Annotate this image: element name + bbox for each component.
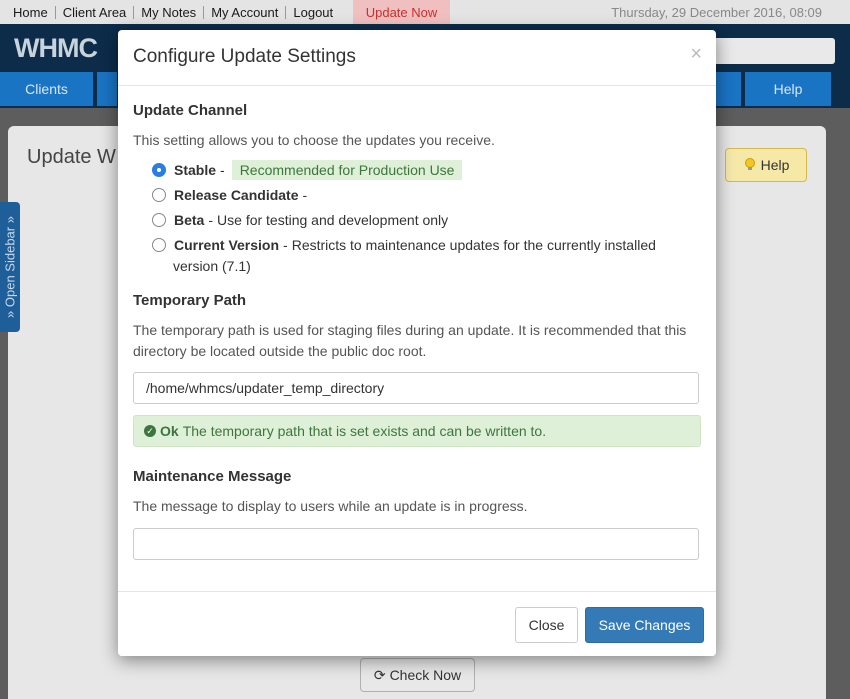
update-now-link[interactable]: Update Now bbox=[353, 0, 450, 24]
close-icon[interactable]: × bbox=[690, 43, 702, 66]
channel-option-stable[interactable]: Stable - Recommended for Production Use bbox=[152, 160, 463, 180]
modal-header: Configure Update Settings × bbox=[118, 30, 716, 86]
nav-help[interactable]: Help bbox=[745, 72, 831, 106]
option-text-line2: version (7.1) bbox=[173, 258, 251, 274]
check-circle-icon: ✓ bbox=[144, 425, 156, 437]
radio-beta[interactable] bbox=[152, 213, 166, 227]
option-text: Restricts to maintenance updates for the… bbox=[291, 237, 656, 253]
open-sidebar-tab[interactable]: » Open Sidebar » bbox=[0, 202, 20, 332]
check-now-label: Check Now bbox=[389, 667, 462, 683]
option-label: Current Version bbox=[174, 237, 280, 253]
nav-item-hidden[interactable] bbox=[97, 72, 117, 106]
maintenance-message-input[interactable] bbox=[133, 528, 699, 560]
option-separator: - bbox=[283, 237, 288, 253]
option-text: Use for testing and development only bbox=[217, 212, 449, 228]
page-title: Update W bbox=[27, 146, 116, 168]
top-links: Home Client Area My Notes My Account Log… bbox=[6, 0, 340, 24]
check-now-button[interactable]: ⟳ Check Now bbox=[360, 658, 475, 692]
status-text: The temporary path that is set exists an… bbox=[182, 423, 547, 439]
temporary-path-heading: Temporary Path bbox=[133, 292, 247, 309]
temporary-path-description: The temporary path is used for staging f… bbox=[133, 322, 687, 359]
home-link[interactable]: Home bbox=[6, 5, 56, 19]
recommended-badge: Recommended for Production Use bbox=[231, 160, 463, 180]
maintenance-message-heading: Maintenance Message bbox=[133, 468, 292, 485]
my-account-link[interactable]: My Account bbox=[204, 5, 287, 19]
refresh-icon: ⟳ bbox=[373, 666, 386, 683]
close-button[interactable]: Close bbox=[515, 607, 578, 643]
option-label: Stable bbox=[174, 162, 217, 178]
option-separator: - bbox=[208, 212, 214, 228]
maintenance-message-description: The message to display to users while an… bbox=[133, 498, 528, 514]
option-label: Release Candidate bbox=[174, 187, 299, 203]
radio-release-candidate[interactable] bbox=[152, 188, 166, 202]
option-separator: - bbox=[302, 187, 308, 203]
configure-update-modal: Configure Update Settings × Update Chann… bbox=[118, 30, 716, 656]
open-sidebar-label: » Open Sidebar » bbox=[2, 216, 18, 318]
channel-option-release-candidate[interactable]: Release Candidate - bbox=[152, 187, 311, 203]
logo[interactable]: WHMC bbox=[14, 33, 98, 64]
help-button[interactable]: Help bbox=[725, 148, 807, 182]
channel-option-beta[interactable]: Beta - Use for testing and development o… bbox=[152, 212, 448, 228]
help-button-label: Help bbox=[760, 157, 790, 173]
client-area-link[interactable]: Client Area bbox=[56, 5, 135, 19]
nav-item-hidden-2[interactable] bbox=[716, 72, 741, 106]
update-channel-heading: Update Channel bbox=[133, 102, 248, 119]
option-separator: - bbox=[220, 162, 225, 178]
save-changes-button[interactable]: Save Changes bbox=[585, 607, 704, 643]
my-notes-link[interactable]: My Notes bbox=[134, 5, 205, 19]
channel-option-current-version[interactable]: Current Version - Restricts to maintenan… bbox=[152, 237, 656, 253]
option-label: Beta bbox=[174, 212, 205, 228]
lightbulb-icon bbox=[743, 157, 757, 174]
logout-link[interactable]: Logout bbox=[286, 6, 340, 19]
temporary-path-status: ✓ Ok The temporary path that is set exis… bbox=[133, 415, 701, 447]
radio-stable[interactable] bbox=[152, 163, 166, 177]
radio-current-version[interactable] bbox=[152, 238, 166, 252]
status-label: Ok bbox=[160, 423, 179, 439]
temporary-path-input[interactable]: /home/whmcs/updater_temp_directory bbox=[133, 372, 699, 404]
update-channel-description: This setting allows you to choose the up… bbox=[133, 132, 495, 148]
date-time: Thursday, 29 December 2016, 08:09 bbox=[611, 5, 822, 20]
nav-clients[interactable]: Clients bbox=[0, 72, 93, 106]
top-bar: Home Client Area My Notes My Account Log… bbox=[0, 0, 850, 24]
modal-title: Configure Update Settings bbox=[133, 46, 356, 67]
search-input[interactable] bbox=[706, 38, 835, 64]
